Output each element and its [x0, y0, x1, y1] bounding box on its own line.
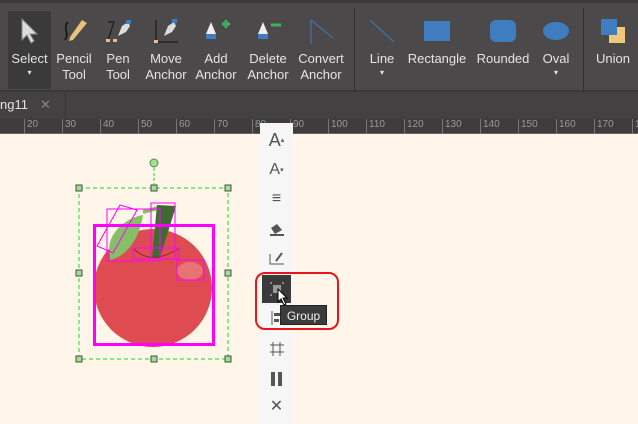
label: Pencil [56, 51, 92, 66]
increase-font-icon[interactable]: A ▴ [260, 127, 293, 153]
ruler-label: 120 [404, 119, 424, 134]
rectangle-button[interactable]: Rectangle [407, 11, 467, 89]
ruler-label: 70 [214, 119, 228, 134]
union-icon [593, 11, 633, 51]
ruler-label: 40 [100, 119, 114, 134]
document-tab[interactable]: ng11 ✕ [0, 92, 66, 118]
oval-icon [538, 11, 574, 51]
label: Anchor [247, 67, 289, 82]
label: Move [150, 51, 182, 66]
ruler-label: 50 [138, 119, 152, 134]
align-text-icon[interactable]: ≡ [260, 186, 293, 212]
dropdown-caret-icon: ▾ [553, 68, 558, 77]
apple-highlight[interactable] [177, 262, 203, 280]
ruler-label: 100 [328, 119, 348, 134]
ruler-label: 170 [594, 119, 614, 134]
delete-anchor-button[interactable]: Delete Anchor [245, 11, 291, 89]
toolbar: Select ▾ Pencil Tool Pen Tool Move Anchor Ad… [0, 0, 638, 92]
pause-icon[interactable] [260, 366, 293, 392]
add-anchor-icon [194, 11, 238, 51]
ruler-label: 160 [556, 119, 576, 134]
fill-color-icon[interactable] [260, 216, 293, 242]
dropdown-caret-icon: ▾ [27, 68, 32, 77]
convert-anchor-button[interactable]: Convert Anchor [296, 11, 346, 89]
rounded-button[interactable]: Rounded [475, 11, 531, 89]
tab-label: ng11 [0, 97, 28, 112]
label: Union [596, 51, 630, 66]
distribute-icon[interactable] [260, 336, 293, 362]
label: Oval [542, 51, 570, 66]
label: Anchor [145, 67, 187, 82]
union-button[interactable]: Union [593, 11, 633, 89]
label: Line [369, 51, 395, 66]
delete-anchor-icon [245, 11, 291, 51]
label: Anchor [195, 67, 237, 82]
oval-button[interactable]: Oval ▾ [538, 11, 574, 89]
move-anchor-button[interactable]: Move Anchor [143, 11, 189, 89]
tab-bar: ng11 ✕ [0, 92, 638, 118]
rectangle-icon [407, 11, 467, 51]
group-tooltip: Group [280, 305, 327, 325]
label: Tool [106, 67, 130, 82]
ruler-label: 130 [442, 119, 462, 134]
close-tab-icon[interactable]: ✕ [40, 92, 51, 118]
rotate-handle[interactable] [149, 158, 159, 168]
horizontal-ruler: 2030405060708090100110120130140150160170… [0, 118, 638, 134]
ruler-label: 180 [632, 119, 638, 134]
label: Anchor [300, 67, 342, 82]
ruler-label: 30 [62, 119, 76, 134]
ruler-label: 140 [480, 119, 500, 134]
cursor-icon [277, 288, 289, 306]
label: Select [11, 51, 48, 66]
decrease-font-icon[interactable]: A ▾ [260, 157, 293, 183]
label: Rectangle [407, 51, 467, 66]
label: Rounded [476, 51, 530, 66]
pen-icon [99, 11, 137, 51]
select-arrow-icon [8, 11, 51, 51]
pencil-tool-button[interactable]: Pencil Tool [55, 11, 93, 89]
ruler-label: 110 [366, 119, 385, 134]
line-icon [362, 11, 402, 51]
close-icon[interactable]: ✕ [260, 393, 293, 419]
divider [354, 8, 355, 92]
rounded-rectangle-icon [475, 11, 531, 51]
line-button[interactable]: Line ▾ [362, 11, 402, 89]
label: Convert [298, 51, 344, 66]
pen-tool-button[interactable]: Pen Tool [99, 11, 137, 89]
label: Delete [249, 51, 287, 66]
label: Add [204, 51, 228, 66]
divider [583, 8, 584, 92]
convert-anchor-icon [296, 11, 346, 51]
line-color-icon[interactable] [260, 245, 293, 271]
move-anchor-icon [143, 11, 189, 51]
add-anchor-button[interactable]: Add Anchor [194, 11, 238, 89]
ruler-label: 20 [24, 119, 38, 134]
pencil-icon [55, 11, 93, 51]
label: Tool [62, 67, 86, 82]
dropdown-caret-icon: ▾ [379, 68, 384, 77]
select-button[interactable]: Select ▾ [8, 11, 51, 89]
ruler-label: 150 [518, 119, 538, 134]
label: Pen [106, 51, 130, 66]
ruler-label: 60 [176, 119, 190, 134]
